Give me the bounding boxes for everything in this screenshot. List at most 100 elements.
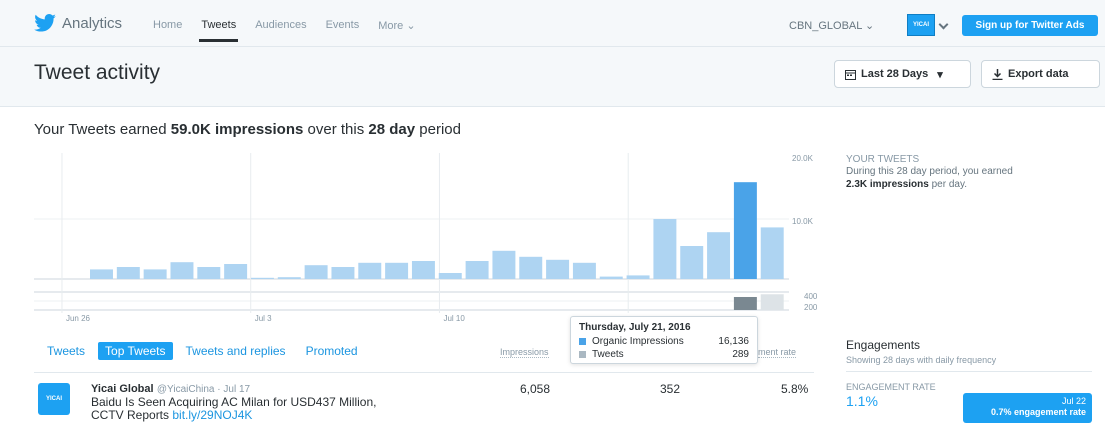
impressions-bar	[411, 261, 435, 279]
tweet-author[interactable]: Yicai Global	[91, 383, 154, 395]
tab-tweets-and-replies[interactable]: Tweets and replies	[179, 342, 293, 360]
chevron-down-icon: ⌄	[865, 20, 875, 32]
impressions-bar	[546, 259, 570, 279]
page-title: Tweet activity	[34, 61, 161, 84]
tooltip-tweets-value: 289	[732, 349, 749, 360]
y-tick-label: 400	[804, 292, 818, 301]
tweet-engagements: 352	[660, 382, 681, 396]
nav-more[interactable]: More ⌄	[378, 19, 415, 32]
impressions-bar	[733, 182, 757, 279]
date-range-dropdown[interactable]: Last 28 Days ▾	[834, 60, 971, 88]
engagements-subtitle: Showing 28 days with daily frequency	[846, 355, 1092, 372]
download-icon	[992, 68, 1003, 80]
x-tick-label: Jul 3	[255, 314, 272, 323]
your-tweets-text-1: During this 28 day period, you earned	[846, 166, 1013, 177]
tweet-body: Yicai Global @YicaiChina · Jul 17 Baidu …	[91, 382, 511, 422]
tweet-text-2: CCTV Reports	[91, 408, 170, 422]
impressions-summary: Your Tweets earned 59.0K impressions ove…	[34, 121, 461, 138]
tooltip-impressions-value: 16,136	[718, 336, 749, 347]
tab-tweets[interactable]: Tweets	[40, 342, 92, 360]
chevron-down-icon: ▾	[937, 68, 943, 81]
account-switcher[interactable]: CBN_GLOBAL ⌄	[789, 19, 874, 32]
tab-promoted[interactable]: Promoted	[299, 342, 365, 360]
tweets-bar	[760, 294, 784, 310]
engagements-title: Engagements	[846, 338, 921, 352]
impressions-bar	[385, 262, 409, 279]
summary-prefix: Your Tweets earned	[34, 121, 167, 138]
tooltip-impressions-label: Organic Impressions	[592, 336, 684, 347]
export-data-label: Export data	[1008, 68, 1069, 80]
engagement-rate-label: ENGAGEMENT RATE	[846, 382, 936, 392]
engagements-panel: Engagements Showing 28 days with daily f…	[846, 338, 1096, 423]
your-tweets-panel: YOUR TWEETS During this 28 day period, y…	[846, 154, 1086, 191]
tab-top-tweets[interactable]: Top Tweets	[98, 342, 173, 360]
impressions-bar	[116, 267, 140, 279]
impressions-bar	[492, 250, 516, 279]
tooltip-row-impressions: Organic Impressions 16,136	[579, 335, 749, 348]
export-data-button[interactable]: Export data	[981, 60, 1100, 88]
chevron-down-icon: ⌄	[406, 20, 416, 32]
nav-tweets[interactable]: Tweets	[199, 19, 239, 42]
table-row[interactable]: YICAI Yicai Global @YicaiChina · Jul 17 …	[34, 372, 814, 423]
impressions-bar	[358, 262, 382, 279]
impressions-bar	[438, 273, 462, 279]
column-engagement-rate[interactable]: ment rate	[758, 347, 797, 358]
tweet-engagement-rate: 5.8%	[781, 382, 809, 396]
your-tweets-text: During this 28 day period, you earned 2.…	[846, 165, 1086, 191]
impressions-bar	[90, 269, 113, 279]
tweet-impressions: 6,058	[520, 382, 551, 396]
impressions-bar	[304, 265, 328, 279]
tooltip-tweets-label: Tweets	[592, 349, 624, 360]
twitter-bird-icon	[34, 14, 56, 32]
tweet-avatar[interactable]: YICAI	[38, 383, 70, 415]
your-tweets-text-2: per day.	[931, 179, 967, 190]
y-tick-label: 10.0K	[792, 217, 814, 226]
impressions-bar	[331, 267, 355, 279]
header-band: Tweet activity Last 28 Days ▾ Export dat…	[0, 47, 1105, 107]
impressions-swatch	[579, 338, 586, 345]
avatar-menu-chevron-icon[interactable]	[938, 19, 949, 30]
brand[interactable]: Analytics	[34, 14, 122, 32]
summary-period: 28 day	[368, 121, 416, 138]
tweet-link[interactable]: bit.ly/29NOJ4K	[172, 408, 252, 422]
impressions-bar	[519, 256, 543, 279]
signup-ads-button[interactable]: Sign up for Twitter Ads	[962, 15, 1098, 36]
your-tweets-title: YOUR TWEETS	[846, 154, 920, 165]
impressions-bar	[626, 275, 650, 279]
brand-title: Analytics	[62, 14, 123, 32]
tooltip-date: Thursday, July 21, 2016	[579, 322, 691, 333]
impressions-bar	[224, 264, 248, 279]
column-impressions[interactable]: Impressions	[500, 347, 549, 358]
nav-home[interactable]: Home	[153, 19, 182, 32]
impressions-bar	[250, 277, 274, 279]
impressions-chart: 20.0K 10.0K 400 200 Jun 26 Jul 3 Jul 10	[34, 153, 818, 323]
nav-audiences[interactable]: Audiences	[255, 19, 306, 32]
impressions-bar	[170, 262, 194, 279]
nav-events[interactable]: Events	[326, 19, 360, 32]
calendar-icon	[845, 69, 856, 80]
tweet-tabs: Tweets Top Tweets Tweets and replies Pro…	[40, 342, 365, 360]
avatar[interactable]: YICAI	[907, 14, 935, 36]
badge-text: 0.7% engagement rate	[990, 407, 1086, 417]
summary-impressions: 59.0K impressions	[170, 121, 304, 138]
per-day-impressions: 2.3K impressions	[846, 179, 929, 190]
badge-date: Jul 22	[1061, 396, 1086, 406]
nav-links: Home Tweets Audiences Events More ⌄	[153, 19, 416, 42]
tweets-bar	[733, 296, 757, 310]
nav-more-label: More	[378, 20, 404, 32]
impressions-bar	[465, 261, 489, 279]
engagement-rate-badge: Jul 22 0.7% engagement rate	[963, 393, 1092, 423]
tooltip-row-tweets: Tweets 289	[579, 348, 749, 361]
tweets-swatch	[579, 351, 586, 358]
date-range-label: Last 28 Days	[861, 68, 929, 80]
chart-tooltip: Thursday, July 21, 2016 Organic Impressi…	[570, 316, 758, 364]
impressions-bar	[143, 269, 167, 279]
impressions-bar	[680, 246, 704, 279]
summary-suffix: period	[419, 121, 461, 138]
impressions-bar	[599, 276, 623, 279]
impressions-bar	[572, 262, 596, 279]
impressions-bar	[760, 227, 784, 279]
impressions-bar	[197, 267, 221, 279]
impressions-bar	[277, 277, 301, 279]
top-nav: Analytics Home Tweets Audiences Events M…	[0, 0, 1105, 47]
